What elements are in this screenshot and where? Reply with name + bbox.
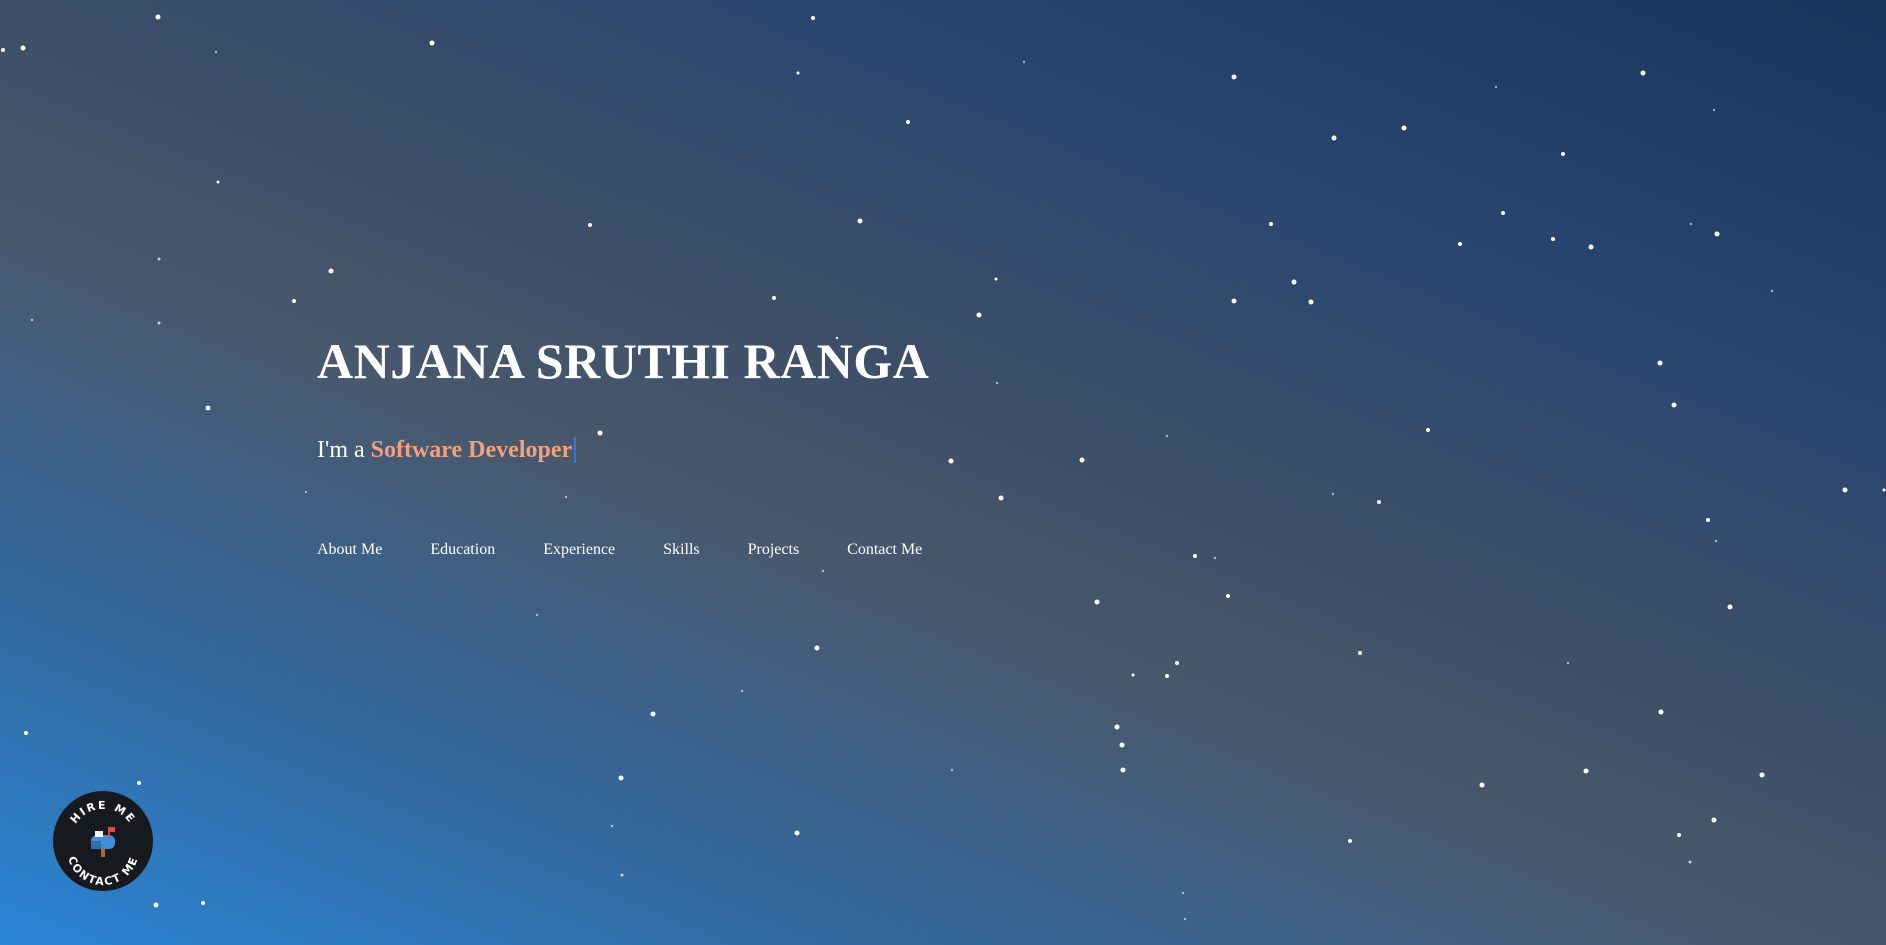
nav-item-experience[interactable]: Experience — [543, 541, 615, 559]
nav-item-contact-me[interactable]: Contact Me — [847, 541, 922, 559]
hire-me-button[interactable]: HIRE ME CONTACT ME — [53, 791, 153, 891]
tagline-role: Software Developer — [370, 437, 573, 463]
starfield-background — [1, 14, 1886, 921]
nav-item-education[interactable]: Education — [430, 541, 495, 559]
tagline-prefix: I'm a — [317, 437, 365, 463]
nav-item-skills[interactable]: Skills — [663, 541, 699, 559]
page-title: ANJANA SRUTHI RANGA — [317, 333, 930, 389]
nav-item-projects[interactable]: Projects — [748, 541, 800, 559]
typing-cursor — [574, 437, 577, 463]
tagline: I'm a Software Developer — [317, 437, 929, 463]
hire-me-badge: HIRE ME CONTACT ME — [53, 791, 153, 891]
main-nav: About Me Education Experience Skills Pro… — [317, 541, 929, 559]
nav-item-about-me[interactable]: About Me — [317, 541, 382, 559]
hero-section: ANJANA SRUTHI RANGA I'm a Software Devel… — [317, 336, 929, 559]
